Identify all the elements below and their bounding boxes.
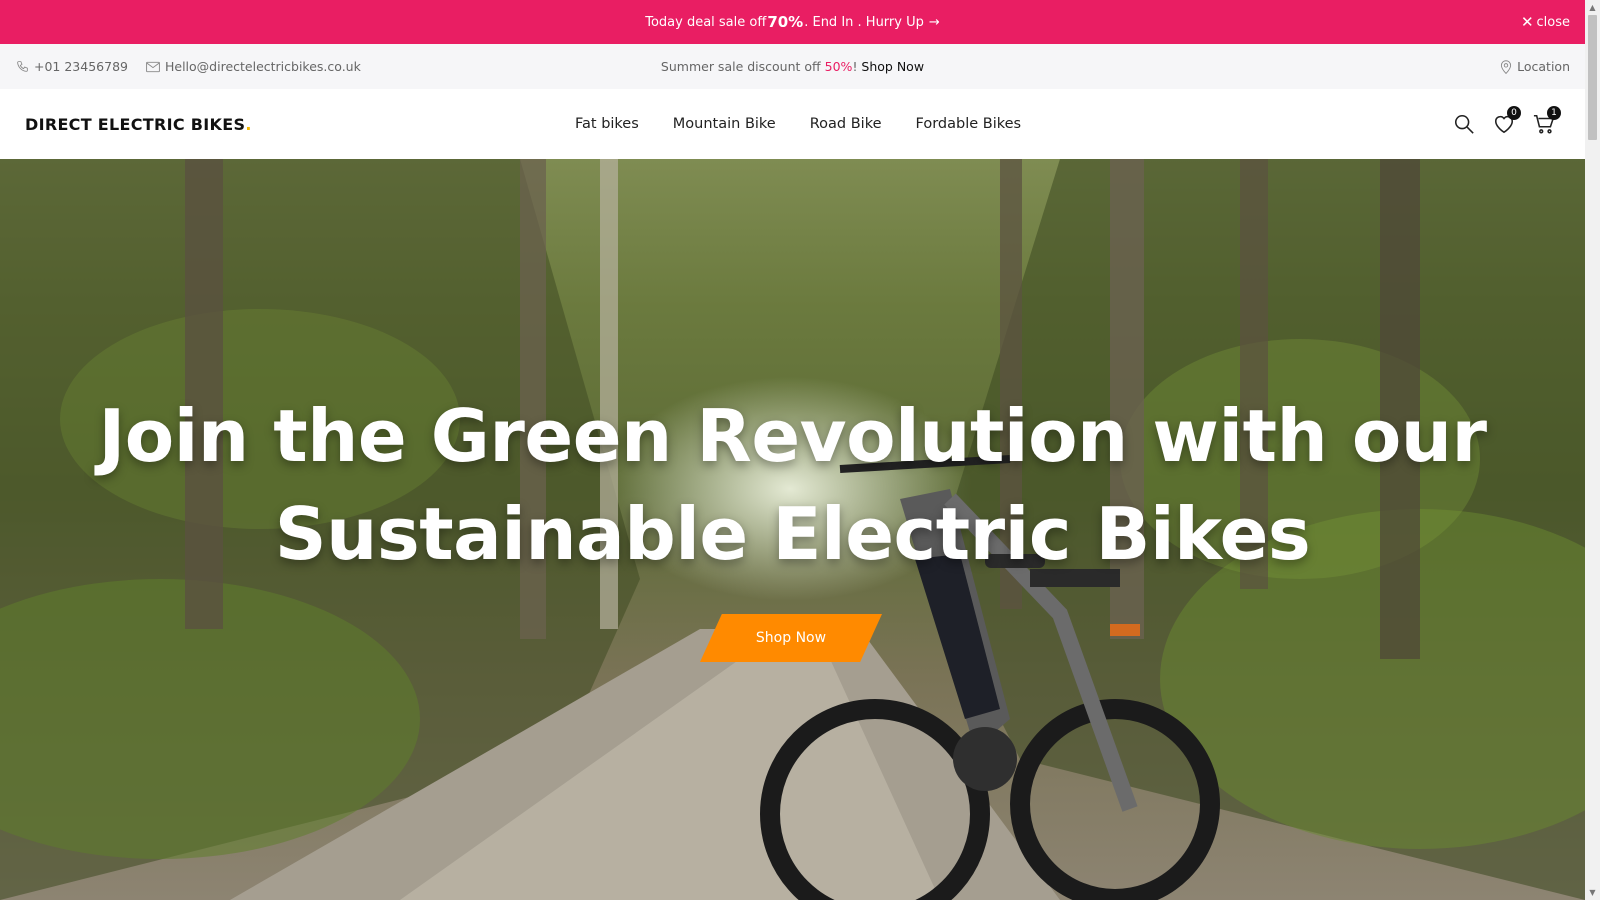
logo-text: DIRECT ELECTRIC BIKES	[25, 114, 246, 134]
nav-item-road-bike[interactable]: Road Bike	[810, 116, 882, 132]
sale-percent: 50%	[824, 59, 853, 74]
search-button[interactable]	[1453, 113, 1475, 135]
scroll-up-arrow-icon[interactable]: ▲	[1585, 0, 1600, 15]
close-icon: ✕	[1520, 13, 1534, 31]
sale-shop-now-link[interactable]: Shop Now	[861, 59, 924, 74]
nav-item-mountain-bike[interactable]: Mountain Bike	[673, 116, 776, 132]
email-address: Hello@directelectricbikes.co.uk	[164, 59, 361, 74]
hero-banner: Join the Green Revolution with our Susta…	[0, 159, 1585, 900]
logo-dot: .	[245, 114, 252, 134]
phone-number: +01 23456789	[34, 59, 128, 74]
sale-text-before: Summer sale discount off	[660, 59, 825, 74]
cart-count-badge: 1	[1547, 106, 1561, 120]
promo-text-before: Today deal sale off	[645, 14, 767, 30]
main-nav: Fat bikes Mountain Bike Road Bike Fordab…	[575, 116, 1021, 132]
hero-title-line-2: Sustainable Electric Bikes	[274, 492, 1311, 576]
promo-close-label: close	[1536, 14, 1570, 30]
wishlist-button[interactable]: 0	[1493, 106, 1521, 135]
hero-title-line-1: Join the Green Revolution with our	[98, 394, 1487, 478]
promo-bar: Today deal sale off 70% . End In . Hurry…	[0, 0, 1585, 44]
location-label: Location	[1517, 59, 1570, 74]
phone-link[interactable]: +01 23456789	[16, 59, 128, 74]
contact-info: +01 23456789 Hello@directelectricbikes.c…	[16, 59, 361, 74]
phone-icon	[17, 61, 28, 72]
search-icon	[1454, 114, 1474, 134]
location-pin-icon	[1501, 60, 1512, 74]
page: Today deal sale off 70% . End In . Hurry…	[0, 0, 1585, 900]
site-header: DIRECT ELECTRIC BIKES. Fat bikes Mountai…	[0, 89, 1585, 159]
promo-highlight: 70%	[767, 13, 804, 31]
nav-item-fat-bikes[interactable]: Fat bikes	[575, 116, 639, 132]
hero-shop-now-button[interactable]: Shop Now	[700, 614, 882, 662]
promo-text-after: . End In . Hurry Up	[804, 14, 924, 30]
header-actions: 0 1	[1453, 106, 1561, 135]
page-scrollbar[interactable]: ▲ ▼	[1585, 0, 1600, 900]
scroll-down-arrow-icon[interactable]: ▼	[1585, 885, 1600, 900]
cart-button[interactable]: 1	[1533, 106, 1561, 135]
wishlist-count-badge: 0	[1507, 106, 1521, 120]
location-link[interactable]: Location	[1500, 59, 1570, 74]
info-bar: +01 23456789 Hello@directelectricbikes.c…	[0, 44, 1585, 89]
scrollbar-thumb[interactable]	[1588, 15, 1597, 140]
arrow-right-icon: →	[928, 14, 940, 30]
cta-label: Shop Now	[755, 630, 827, 646]
email-link[interactable]: Hello@directelectricbikes.co.uk	[146, 59, 361, 74]
site-logo[interactable]: DIRECT ELECTRIC BIKES.	[25, 115, 252, 134]
mail-icon	[146, 61, 160, 72]
nav-item-fordable-bikes[interactable]: Fordable Bikes	[916, 116, 1022, 132]
promo-close-button[interactable]: ✕ close	[1521, 0, 1570, 44]
